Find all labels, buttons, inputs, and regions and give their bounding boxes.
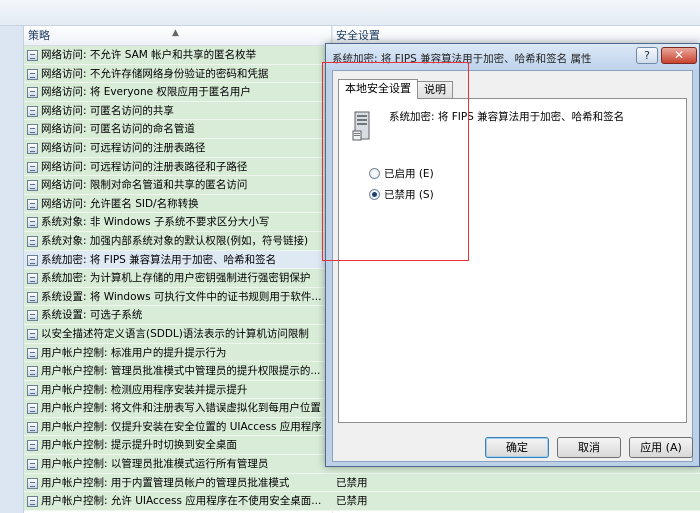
policy-icon xyxy=(27,105,38,117)
policy-name: 网络访问: 将 Everyone 权限应用于匿名用户 xyxy=(41,86,251,99)
policy-name: 系统设置: 将 Windows 可执行文件中的证书规则用于软件... xyxy=(41,290,322,303)
policy-name: 网络访问: 不允许存储网络身份验证的密码和凭据 xyxy=(41,67,269,80)
policy-icon xyxy=(27,366,38,378)
dialog-body: 本地安全设置 说明 系统加密: 将 FIPS 兼容算法用于加密、哈希和签名 已启… xyxy=(332,70,693,462)
tab-local-security-setting[interactable]: 本地安全设置 xyxy=(338,79,418,99)
window-top-strip xyxy=(0,0,700,26)
policy-icon xyxy=(27,347,38,359)
policy-heading: 系统加密: 将 FIPS 兼容算法用于加密、哈希和签名 xyxy=(389,111,625,123)
apply-button[interactable]: 应用 (A) xyxy=(629,437,693,458)
policy-row[interactable]: 用户帐户控制: 允许 UIAccess 应用程序在不使用安全桌面... 已禁用 xyxy=(24,492,700,511)
radio-enabled[interactable] xyxy=(369,168,380,179)
policy-icon xyxy=(27,384,38,396)
ok-button[interactable]: 确定 xyxy=(485,437,549,458)
policy-name: 用户帐户控制: 仅提升安装在安全位置的 UIAccess 应用程序 xyxy=(41,420,322,433)
policy-name: 网络访问: 限制对命名管道和共享的匿名访问 xyxy=(41,179,248,192)
policy-name: 用户帐户控制: 用于内置管理员帐户的管理员批准模式 xyxy=(41,476,290,489)
policy-name: 网络访问: 可匿名访问的命名管道 xyxy=(41,123,195,136)
policy-name: 系统对象: 非 Windows 子系统不要求区分大小写 xyxy=(41,216,270,229)
policy-icon xyxy=(27,198,38,210)
policy-name: 系统加密: 为计算机上存储的用户密钥强制进行强密钥保护 xyxy=(41,272,311,285)
policy-icon xyxy=(27,235,38,247)
policy-icon xyxy=(27,180,38,192)
policy-icon xyxy=(27,421,38,433)
policy-name: 系统加密: 将 FIPS 兼容算法用于加密、哈希和签名 xyxy=(41,253,277,266)
console-tree-gutter xyxy=(0,26,24,513)
dialog-title: 系统加密: 将 FIPS 兼容算法用于加密、哈希和签名 属性 xyxy=(332,53,592,65)
cancel-button[interactable]: 取消 xyxy=(557,437,621,458)
policy-icon xyxy=(27,310,38,322)
column-header-policy[interactable]: 策略 ▲ xyxy=(24,26,332,46)
policy-name: 网络访问: 可远程访问的注册表路径 xyxy=(41,141,206,154)
sort-ascending-icon: ▲ xyxy=(172,28,179,38)
policy-icon xyxy=(27,403,38,415)
policy-icon xyxy=(27,496,38,508)
policy-icon xyxy=(27,254,38,266)
policy-properties-dialog: 系统加密: 将 FIPS 兼容算法用于加密、哈希和签名 属性 ? ✕ 本地安全设… xyxy=(325,43,700,467)
policy-name: 用户帐户控制: 以管理员批准模式运行所有管理员 xyxy=(41,458,269,471)
radio-disabled-label: 已禁用 (S) xyxy=(384,189,434,201)
tab-explain[interactable]: 说明 xyxy=(417,81,453,99)
policy-name: 网络访问: 不允许 SAM 帐户和共享的匿名枚举 xyxy=(41,49,257,61)
policy-name: 网络访问: 可匿名访问的共享 xyxy=(41,104,174,117)
policy-name: 系统对象: 加强内部系统对象的默认权限(例如，符号链接) xyxy=(41,234,309,247)
policy-icon xyxy=(27,50,38,61)
policy-icon xyxy=(27,142,38,154)
policy-name: 用户帐户控制: 管理员批准模式中管理员的提升权限提示的... xyxy=(41,365,321,378)
policy-name: 系统设置: 可选子系统 xyxy=(41,309,143,322)
column-header-policy-label: 策略 xyxy=(28,29,50,42)
policy-name: 用户帐户控制: 提示提升时切换到安全桌面 xyxy=(41,439,237,452)
radio-enabled-label: 已启用 (E) xyxy=(384,168,434,180)
policy-name: 网络访问: 允许匿名 SID/名称转换 xyxy=(41,197,199,210)
policy-icon xyxy=(27,459,38,471)
radio-disabled-option[interactable]: 已禁用 (S) xyxy=(369,187,434,202)
dialog-titlebar[interactable]: 系统加密: 将 FIPS 兼容算法用于加密、哈希和签名 属性 ? ✕ xyxy=(326,44,699,70)
policy-name: 以安全描述符定义语言(SDDL)语法表示的计算机访问限制 xyxy=(41,327,309,340)
radio-enabled-option[interactable]: 已启用 (E) xyxy=(369,166,434,181)
policy-computer-icon xyxy=(352,111,370,141)
help-button[interactable]: ? xyxy=(636,47,658,64)
policy-setting-value: 已禁用 xyxy=(336,495,368,508)
policy-icon xyxy=(27,68,38,80)
policy-row[interactable]: 用户帐户控制: 用于内置管理员帐户的管理员批准模式 已禁用 xyxy=(24,473,700,493)
policy-icon xyxy=(27,161,38,173)
policy-icon xyxy=(27,124,38,136)
policy-name: 用户帐户控制: 将文件和注册表写入错误虚拟化到每用户位置 xyxy=(41,402,321,415)
close-button[interactable]: ✕ xyxy=(661,47,697,64)
policy-name: 用户帐户控制: 标准用户的提升提示行为 xyxy=(41,346,227,359)
policy-icon xyxy=(27,477,38,489)
policy-icon xyxy=(27,217,38,229)
policy-icon xyxy=(27,291,38,303)
policy-icon xyxy=(27,273,38,285)
policy-name: 用户帐户控制: 允许 UIAccess 应用程序在不使用安全桌面... xyxy=(41,495,322,508)
policy-setting-value: 已禁用 xyxy=(336,476,368,489)
policy-icon xyxy=(27,440,38,452)
policy-icon xyxy=(27,87,38,99)
policy-name: 网络访问: 可远程访问的注册表路径和子路径 xyxy=(41,160,248,173)
policy-name: 用户帐户控制: 检测应用程序安装并提示提升 xyxy=(41,383,248,396)
tab-panel: 系统加密: 将 FIPS 兼容算法用于加密、哈希和签名 已启用 (E) 已禁用 … xyxy=(338,98,687,423)
radio-disabled[interactable] xyxy=(369,189,380,200)
policy-icon xyxy=(27,328,38,340)
